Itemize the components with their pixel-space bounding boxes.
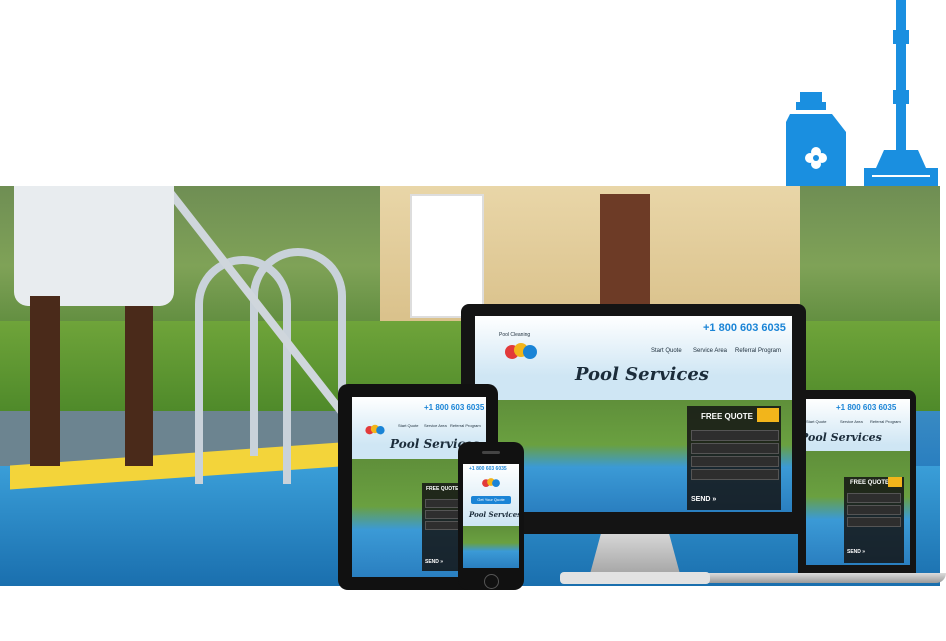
site-phone[interactable]: +1 800 603 6035 <box>424 403 484 412</box>
quote-form: FREE QUOTE SEND » <box>687 406 781 510</box>
site-nav-referral[interactable]: Referral Program <box>450 423 481 428</box>
site-nav-service-area[interactable]: Service Area <box>840 419 863 424</box>
quote-field[interactable] <box>691 443 779 454</box>
quote-field[interactable] <box>691 430 779 441</box>
phone-home-button <box>484 574 499 589</box>
laptop-device: +1 800 603 6035 Start Quote Service Area… <box>798 390 916 573</box>
site-title: Pool Services <box>469 510 519 519</box>
quote-form-accent <box>757 408 779 422</box>
site-title: Pool Services <box>806 431 882 444</box>
send-button[interactable]: SEND » <box>425 559 443 565</box>
laptop-base <box>670 573 946 583</box>
photo-person-leg <box>125 306 153 466</box>
photo-person-shorts <box>14 186 174 306</box>
site-logo-icon <box>365 424 385 435</box>
site-phone[interactable]: +1 800 603 6035 <box>469 466 507 472</box>
mop-icon <box>864 0 938 186</box>
monitor-stand <box>590 534 680 574</box>
site-hero <box>463 526 519 568</box>
send-button[interactable]: SEND » <box>691 496 716 503</box>
site-phone[interactable]: +1 800 603 6035 <box>836 403 896 412</box>
phone-screen: +1 800 603 6035 Get Your Quote Pool Serv… <box>463 464 519 568</box>
site-nav-start-quote[interactable]: Start Quote <box>806 419 826 424</box>
photo-person-leg <box>30 296 60 466</box>
site-logo-icon <box>482 478 500 487</box>
get-quote-button[interactable]: Get Your Quote <box>471 496 511 504</box>
quote-form-title: FREE QUOTE <box>850 480 890 486</box>
quote-field[interactable] <box>691 456 779 467</box>
site-logo-icon <box>505 343 537 359</box>
photo-door <box>600 194 650 314</box>
site-title: Pool Services <box>575 364 709 385</box>
monitor-stand-base <box>560 572 710 584</box>
site-nav-start-quote[interactable]: Start Quote <box>398 423 418 428</box>
photo-window <box>410 194 484 318</box>
quote-form-title: FREE QUOTE <box>701 412 754 421</box>
site-nav-start-quote[interactable]: Start Quote <box>651 348 682 354</box>
quote-field[interactable] <box>691 469 779 480</box>
cleaner-bottle-icon <box>786 92 846 186</box>
site-phone[interactable]: +1 800 603 6035 <box>703 322 786 334</box>
phone-speaker <box>482 451 500 454</box>
site-nav-referral[interactable]: Referral Program <box>735 348 781 354</box>
site-nav-service-area[interactable]: Service Area <box>693 348 727 354</box>
site-logo-text: Pool Cleaning <box>499 332 531 338</box>
quote-field[interactable] <box>847 505 901 515</box>
laptop-screen: +1 800 603 6035 Start Quote Service Area… <box>806 399 910 565</box>
quote-form: FREE QUOTE SEND » <box>844 477 904 563</box>
quote-form-accent <box>888 477 902 487</box>
quote-field[interactable] <box>847 493 901 503</box>
site-nav-referral[interactable]: Referral Program <box>870 419 901 424</box>
quote-form-title: FREE QUOTE <box>426 486 459 492</box>
site-nav-service-area[interactable]: Service Area <box>424 423 447 428</box>
phone-device: +1 800 603 6035 Get Your Quote Pool Serv… <box>458 442 524 590</box>
send-button[interactable]: SEND » <box>847 549 865 555</box>
quote-field[interactable] <box>847 517 901 527</box>
